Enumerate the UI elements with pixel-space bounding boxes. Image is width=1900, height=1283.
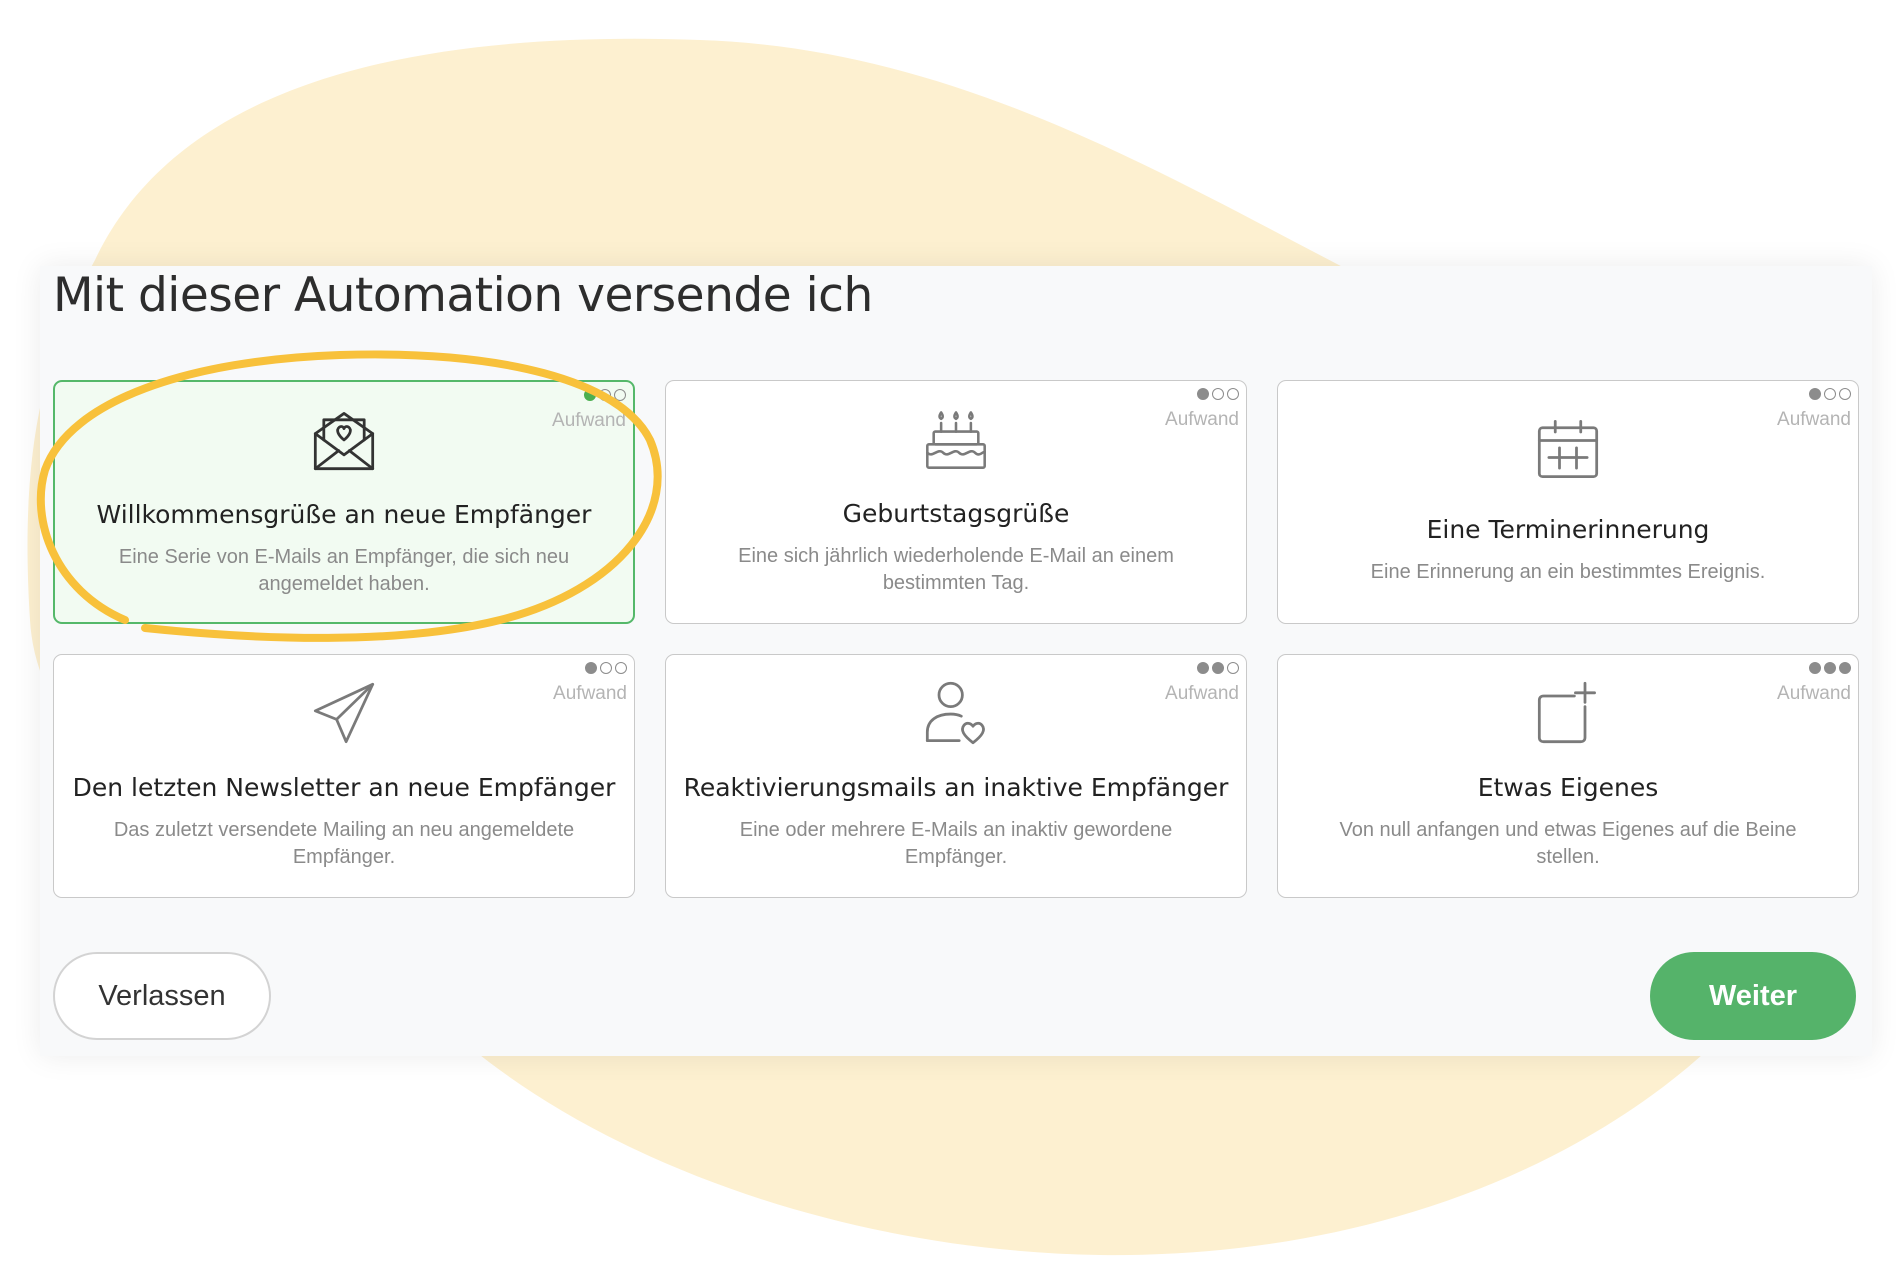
card-custom[interactable]: Aufwand Etwas Eigenes Von null anfangen … [1277,654,1859,898]
effort-dot [1197,388,1209,400]
card-description: Das zuletzt versendete Mailing an neu an… [113,819,575,868]
user-heart-icon [922,679,990,747]
effort-label: Aufwand [1165,683,1239,704]
page-title: Mit dieser Automation versende ich [53,268,873,323]
effort-dot [1824,662,1836,674]
effort-label: Aufwand [553,683,627,704]
effort-indicator: Aufwand [552,389,626,432]
card-title: Willkommensgrüße an neue Empfänger [96,500,592,529]
effort-dot [615,662,627,674]
card-description: Eine Serie von E-Mails an Empfänger, die… [118,546,570,595]
card-birthday[interactable]: Aufwand Geburtstagsgrüße Eine sich jährl… [665,380,1247,624]
card-title: Den letzten Newsletter an neue Empfänger [72,773,616,802]
card-description: Eine oder mehrere E-Mails an inaktiv gew… [739,819,1173,868]
envelope-heart-icon [310,406,378,474]
effort-dot [599,389,611,401]
effort-dot [1839,662,1851,674]
square-plus-icon [1534,679,1602,747]
effort-dot [614,389,626,401]
effort-indicator: Aufwand [1777,388,1851,431]
card-title: Reaktivierungsmails an inaktive Empfänge… [683,773,1229,802]
paper-plane-icon [310,679,378,747]
effort-dot [1839,388,1851,400]
card-title: Eine Terminerinnerung [1426,515,1710,544]
automation-panel: Mit dieser Automation versende ich Aufwa… [40,266,1872,1056]
effort-label: Aufwand [1165,409,1239,430]
effort-dot [1212,662,1224,674]
effort-label: Aufwand [1777,409,1851,430]
card-reactivation[interactable]: Aufwand Reaktivierungsmails an inaktive … [665,654,1247,898]
effort-dot [1212,388,1224,400]
effort-dot [1227,388,1239,400]
calendar-icon [1534,415,1602,483]
card-appointment-reminder[interactable]: Aufwand Eine Terminerinnerung Eine Erinn… [1277,380,1859,624]
card-description: Eine Erinnerung an ein bestimmtes Ereign… [1370,561,1766,583]
effort-dot [600,662,612,674]
card-description: Von null anfangen und etwas Eigenes auf … [1339,819,1797,868]
next-button[interactable]: Weiter [1650,952,1856,1040]
effort-dot [1809,662,1821,674]
effort-dot [1227,662,1239,674]
effort-indicator: Aufwand [1165,388,1239,431]
effort-label: Aufwand [1777,683,1851,704]
card-title: Etwas Eigenes [1477,773,1659,802]
card-title: Geburtstagsgrüße [842,499,1070,528]
effort-dot [1809,388,1821,400]
birthday-cake-icon [922,405,990,473]
effort-dot [584,389,596,401]
leave-button[interactable]: Verlassen [53,952,271,1040]
card-welcome[interactable]: Aufwand Willkommensgrüße an neue Empfäng… [53,380,635,624]
card-last-newsletter[interactable]: Aufwand Den letzten Newsletter an neue E… [53,654,635,898]
effort-indicator: Aufwand [553,662,627,705]
effort-dot [1824,388,1836,400]
effort-dot [585,662,597,674]
effort-indicator: Aufwand [1777,662,1851,705]
effort-dot [1197,662,1209,674]
effort-indicator: Aufwand [1165,662,1239,705]
effort-label: Aufwand [552,410,626,431]
card-description: Eine sich jährlich wiederholende E-Mail … [738,545,1174,594]
